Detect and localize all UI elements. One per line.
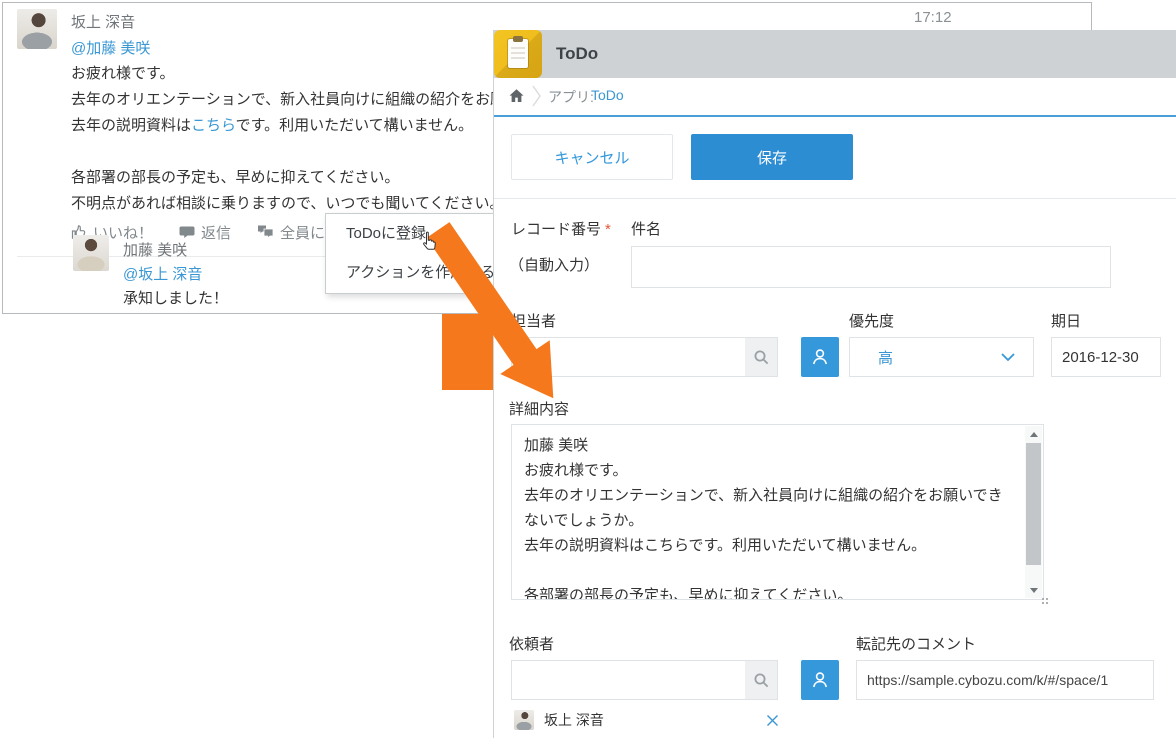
requester-field-box — [511, 660, 778, 700]
avatar — [17, 9, 57, 49]
search-icon — [753, 672, 770, 689]
due-label: 期日 — [1051, 310, 1081, 331]
app-title: ToDo — [556, 44, 598, 64]
breadcrumb-app-link[interactable]: ToDo — [591, 87, 624, 103]
clipboard-icon — [508, 39, 528, 68]
mention-link[interactable]: @加藤 美咲 — [71, 37, 150, 58]
reply-all-bubbles-icon — [257, 224, 274, 240]
record-no-value: （自動入力） — [509, 254, 599, 275]
assignee-field-box — [511, 337, 778, 377]
comment-target-label: 転記先のコメント — [856, 633, 976, 654]
arrow-annotation-tail — [442, 312, 494, 390]
subject-field-box — [631, 246, 1111, 288]
assignee-search-button[interactable] — [745, 338, 777, 376]
save-button[interactable]: 保存 — [691, 134, 853, 180]
comment-timestamp: 17:12 — [914, 9, 952, 26]
todo-app-icon — [494, 30, 542, 78]
screen: 17:12 坂上 深音 @加藤 美咲 お疲れ様です。 去年のオリエンテーションで… — [0, 0, 1176, 738]
selected-user-name: 坂上 深音 — [544, 710, 604, 730]
remove-user-icon[interactable] — [766, 714, 779, 727]
scrollbar-thumb[interactable] — [1026, 443, 1041, 565]
priority-label: 優先度 — [849, 310, 894, 331]
todo-app-window: ToDo アプリ: ToDo キャンセル 保存 レコード番号* 件名 （自動入力… — [493, 30, 1176, 738]
comment-target-input[interactable] — [857, 661, 1153, 699]
due-date-input[interactable] — [1052, 338, 1160, 376]
detail-label: 詳細内容 — [509, 398, 569, 419]
home-icon[interactable] — [508, 88, 525, 104]
assignee-picker-button[interactable] — [801, 337, 839, 377]
menu-item-create-action[interactable]: アクションを作成する — [326, 253, 495, 292]
person-icon — [810, 670, 830, 690]
due-field-box — [1051, 337, 1161, 377]
app-header: ToDo — [494, 30, 1176, 78]
comment-target-field-box — [856, 660, 1154, 700]
requester-search-button[interactable] — [745, 661, 777, 699]
required-mark: * — [605, 221, 611, 238]
reply-line-clipped: 早速ToDoに作成しました。分担して対応しましょう！ — [123, 309, 488, 314]
priority-select[interactable]: 高 — [849, 337, 1034, 377]
requester-label: 依頼者 — [509, 633, 554, 654]
divider — [494, 198, 1176, 199]
scroll-up-button[interactable] — [1025, 426, 1042, 442]
mention-link[interactable]: @坂上 深音 — [123, 263, 202, 284]
cancel-button[interactable]: キャンセル — [511, 134, 673, 180]
detail-text: 加藤 美咲 お疲れ様です。 去年のオリエンテーションで、新入社員向けに組織の紹介… — [512, 425, 1026, 599]
resize-grip[interactable] — [1041, 597, 1050, 606]
breadcrumb-app-prefix: アプリ: — [548, 87, 594, 107]
post-author: 坂上 深音 — [71, 11, 135, 32]
scrollbar[interactable] — [1025, 426, 1042, 598]
action-dropdown-menu: ToDoに登録 アクションを作成する — [325, 213, 496, 294]
requester-selected-user: 坂上 深音 — [514, 710, 604, 730]
menu-item-register-todo[interactable]: ToDoに登録 — [326, 214, 495, 253]
breadcrumb-separator-icon — [532, 84, 542, 108]
assignee-label: 担当者 — [511, 310, 556, 331]
reply-bubble-icon — [179, 224, 195, 240]
person-icon — [810, 347, 830, 367]
record-no-label: レコード番号* — [511, 218, 611, 239]
breadcrumb: アプリ: ToDo — [494, 78, 1176, 117]
subject-label: 件名 — [631, 218, 661, 239]
assignee-input[interactable] — [512, 338, 745, 376]
avatar — [73, 235, 109, 271]
chevron-down-icon — [1001, 353, 1015, 362]
avatar — [514, 710, 534, 730]
search-icon — [753, 349, 770, 366]
reply-author: 加藤 美咲 — [123, 239, 187, 260]
detail-textarea[interactable]: 加藤 美咲 お疲れ様です。 去年のオリエンテーションで、新入社員向けに組織の紹介… — [511, 424, 1044, 600]
requester-input[interactable] — [512, 661, 745, 699]
requester-picker-button[interactable] — [801, 660, 839, 700]
scroll-down-button[interactable] — [1025, 582, 1042, 598]
subject-input[interactable] — [632, 247, 1110, 287]
kochira-link[interactable]: こちら — [191, 117, 236, 134]
priority-value: 高 — [878, 347, 1001, 368]
